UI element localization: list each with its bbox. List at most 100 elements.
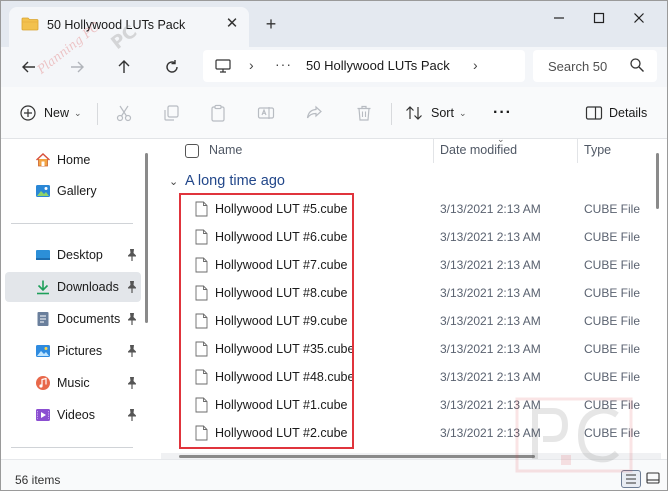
navigation-pane: Home Gallery Desktop Downloads Documents… bbox=[1, 139, 151, 459]
column-header-name[interactable]: Name bbox=[209, 143, 242, 157]
search-icon bbox=[630, 58, 644, 72]
horizontal-scrollbar[interactable] bbox=[179, 455, 535, 458]
sidebar-item-label: Downloads bbox=[57, 280, 119, 294]
column-divider[interactable] bbox=[577, 139, 578, 163]
sidebar-item-gallery[interactable]: Gallery bbox=[5, 176, 141, 206]
copy-button[interactable] bbox=[162, 101, 180, 125]
breadcrumb-current-folder[interactable]: 50 Hollywood LUTs Pack bbox=[306, 58, 450, 73]
sidebar-item-music[interactable]: Music bbox=[5, 368, 141, 398]
home-icon bbox=[36, 153, 50, 167]
command-bar: New ⌄ Sort ⌄ ··· Details bbox=[1, 87, 667, 139]
rename-button[interactable] bbox=[257, 101, 275, 125]
file-date-modified: 3/13/2021 2:13 AM bbox=[440, 286, 541, 300]
divider bbox=[97, 103, 98, 125]
share-button[interactable] bbox=[305, 101, 323, 125]
select-all-checkbox[interactable] bbox=[185, 144, 199, 158]
details-pane-icon bbox=[585, 106, 603, 120]
details-label: Details bbox=[609, 106, 648, 120]
column-header-date-modified[interactable]: Date modified bbox=[440, 143, 517, 157]
pin-icon[interactable] bbox=[126, 408, 138, 422]
file-type: CUBE File bbox=[584, 286, 641, 300]
sort-label: Sort bbox=[431, 106, 454, 120]
group-header[interactable]: ⌄ A long time ago bbox=[169, 173, 285, 189]
watermark-logo bbox=[515, 397, 633, 473]
sidebar-item-label: Pictures bbox=[57, 344, 103, 358]
sidebar-item-videos[interactable]: Videos bbox=[5, 400, 141, 430]
sidebar-item-label: Documents bbox=[57, 312, 121, 326]
pictures-icon bbox=[36, 345, 50, 357]
new-button[interactable]: New ⌄ bbox=[19, 101, 82, 125]
downloads-icon bbox=[37, 280, 49, 295]
minimize-button[interactable] bbox=[547, 8, 571, 28]
file-type: CUBE File bbox=[584, 342, 641, 356]
chevron-down-icon: ⌄ bbox=[169, 176, 179, 188]
file-type: CUBE File bbox=[584, 370, 641, 384]
gallery-icon bbox=[36, 185, 50, 197]
sidebar-item-downloads[interactable]: Downloads bbox=[5, 272, 141, 302]
pin-icon[interactable] bbox=[126, 344, 138, 358]
tiles-view-button[interactable] bbox=[644, 470, 664, 488]
group-label: A long time ago bbox=[185, 173, 285, 189]
paste-button[interactable] bbox=[209, 101, 227, 125]
sidebar-item-label: Videos bbox=[57, 408, 95, 422]
breadcrumb-overflow[interactable]: ··· bbox=[275, 56, 292, 72]
up-button[interactable] bbox=[110, 53, 138, 81]
sidebar-item-label: Music bbox=[57, 376, 90, 390]
maximize-button[interactable] bbox=[587, 8, 611, 28]
pin-icon[interactable] bbox=[126, 376, 138, 390]
cut-button[interactable] bbox=[115, 101, 133, 125]
file-date-modified: 3/13/2021 2:13 AM bbox=[440, 202, 541, 216]
selection-highlight-annotation bbox=[179, 193, 354, 449]
rename-icon bbox=[257, 107, 275, 119]
sidebar-item-home[interactable]: Home bbox=[5, 145, 141, 175]
chevron-right-icon[interactable]: › bbox=[249, 57, 254, 73]
address-bar[interactable]: › ··· 50 Hollywood LUTs Pack › bbox=[203, 50, 525, 82]
details-button[interactable]: Details bbox=[585, 101, 647, 125]
more-options-button[interactable]: ··· bbox=[493, 101, 512, 125]
desktop-icon bbox=[36, 250, 50, 260]
chevron-down-icon: ⌄ bbox=[458, 107, 467, 118]
pin-icon[interactable] bbox=[126, 248, 138, 262]
sidebar-item-label: Desktop bbox=[57, 248, 103, 262]
new-tab-button[interactable]: + bbox=[261, 15, 281, 35]
maximize-icon bbox=[593, 12, 605, 24]
file-date-modified: 3/13/2021 2:13 AM bbox=[440, 370, 541, 384]
sidebar-item-pictures[interactable]: Pictures bbox=[5, 336, 141, 366]
sidebar-item-documents[interactable]: Documents bbox=[5, 304, 141, 334]
column-header-type[interactable]: Type bbox=[584, 143, 611, 157]
close-window-button[interactable] bbox=[627, 8, 651, 28]
delete-button[interactable] bbox=[355, 101, 373, 125]
divider bbox=[11, 223, 133, 224]
chevron-right-icon[interactable]: › bbox=[473, 57, 478, 73]
sort-button[interactable]: Sort ⌄ bbox=[405, 101, 466, 125]
music-icon bbox=[36, 376, 50, 390]
file-type: CUBE File bbox=[584, 202, 641, 216]
sidebar-scrollbar[interactable] bbox=[145, 153, 148, 323]
sidebar-item-label: Gallery bbox=[57, 184, 97, 198]
sidebar-item-desktop[interactable]: Desktop bbox=[5, 240, 141, 270]
divider bbox=[11, 447, 133, 448]
chevron-down-icon: ⌄ bbox=[74, 107, 82, 118]
close-icon bbox=[634, 13, 644, 23]
refresh-icon bbox=[166, 60, 178, 73]
file-date-modified: 3/13/2021 2:13 AM bbox=[440, 342, 541, 356]
documents-icon bbox=[37, 312, 49, 326]
pin-icon[interactable] bbox=[126, 280, 138, 294]
search-box[interactable]: Search 50 bbox=[533, 50, 657, 82]
address-row: › ··· 50 Hollywood LUTs Pack › Search 50 bbox=[1, 47, 667, 87]
column-divider[interactable] bbox=[433, 139, 434, 163]
search-input[interactable]: Search 50 bbox=[548, 59, 607, 74]
tiles-view-icon bbox=[646, 472, 660, 484]
file-type: CUBE File bbox=[584, 258, 641, 272]
copy-icon bbox=[164, 105, 179, 121]
vertical-scrollbar[interactable] bbox=[656, 153, 659, 209]
file-date-modified: 3/13/2021 2:13 AM bbox=[440, 230, 541, 244]
pin-icon[interactable] bbox=[126, 312, 138, 326]
refresh-button[interactable] bbox=[158, 53, 186, 81]
scissors-icon bbox=[116, 105, 132, 122]
file-type: CUBE File bbox=[584, 314, 641, 328]
minimize-icon bbox=[554, 17, 564, 19]
close-tab-icon[interactable]: ✕ bbox=[223, 15, 241, 33]
file-type: CUBE File bbox=[584, 230, 641, 244]
file-explorer-window: 50 Hollywood LUTs Pack ✕ + › ··· 50 Holl… bbox=[0, 0, 668, 491]
